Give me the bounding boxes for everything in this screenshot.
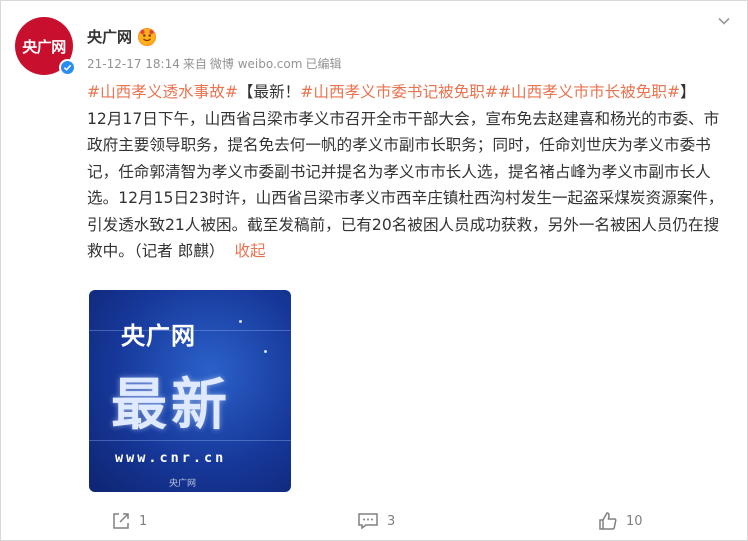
repost-button[interactable]: 1 (111, 511, 147, 531)
like-icon (599, 512, 617, 530)
collapse-link[interactable]: 收起 (234, 242, 265, 260)
decorative-dot (239, 320, 242, 323)
edited-label: 已编辑 (305, 57, 342, 71)
user-name[interactable]: 央广网 (87, 26, 132, 47)
comment-icon (358, 513, 378, 530)
hashtag-link[interactable]: #山西孝义市委书记被免职# (300, 83, 498, 101)
image-watermark: 央广网 (169, 479, 197, 489)
post-time[interactable]: 21-12-17 18:14 (87, 57, 180, 71)
action-bar: 1 3 10 (1, 511, 748, 539)
source-prefix: 来自 (182, 57, 207, 71)
post-meta: 21-12-17 18:14 来自 微博 weibo.com 已编辑 (87, 55, 341, 72)
name-row: 央广网 (87, 26, 157, 47)
bracket-open: 【最新！ (237, 83, 301, 101)
post-body: 12月17日下午，山西省吕梁市孝义市召开全市干部大会，宣布免去赵建喜和杨光的市委… (87, 109, 724, 261)
weibo-post-card: 央广网 央广网 21-12-17 18:14 来自 微博 weibo.com 已… (0, 0, 748, 541)
image-url: www.cnr.cn (115, 450, 227, 466)
comment-button[interactable]: 3 (357, 511, 395, 531)
like-count: 10 (626, 513, 643, 529)
post-image[interactable]: 央广网 最新 www.cnr.cn 央广网 (89, 290, 291, 492)
bracket-close: 】 (680, 83, 696, 101)
hashtag-link[interactable]: #山西孝义市市长被免职# (498, 83, 680, 101)
hashtag-link[interactable]: #山西孝义透水事故# (87, 83, 238, 101)
avatar-logo: 央广网 (22, 37, 66, 56)
repost-count: 1 (139, 513, 148, 529)
chevron-down-icon[interactable] (717, 13, 731, 27)
like-button[interactable]: 10 (598, 511, 643, 531)
image-headline: 最新 (111, 372, 231, 438)
repost-icon (113, 513, 129, 529)
post-source[interactable]: 微博 weibo.com (210, 55, 303, 72)
image-logo: 央广网 (121, 322, 196, 350)
comment-count: 3 (387, 513, 396, 529)
verified-icon (59, 59, 76, 76)
post-text: #山西孝义透水事故#【最新！#山西孝义市委书记被免职##山西孝义市市长被免职#】… (87, 79, 727, 265)
vip-badge-icon[interactable] (138, 27, 157, 46)
decorative-dot (264, 350, 267, 353)
